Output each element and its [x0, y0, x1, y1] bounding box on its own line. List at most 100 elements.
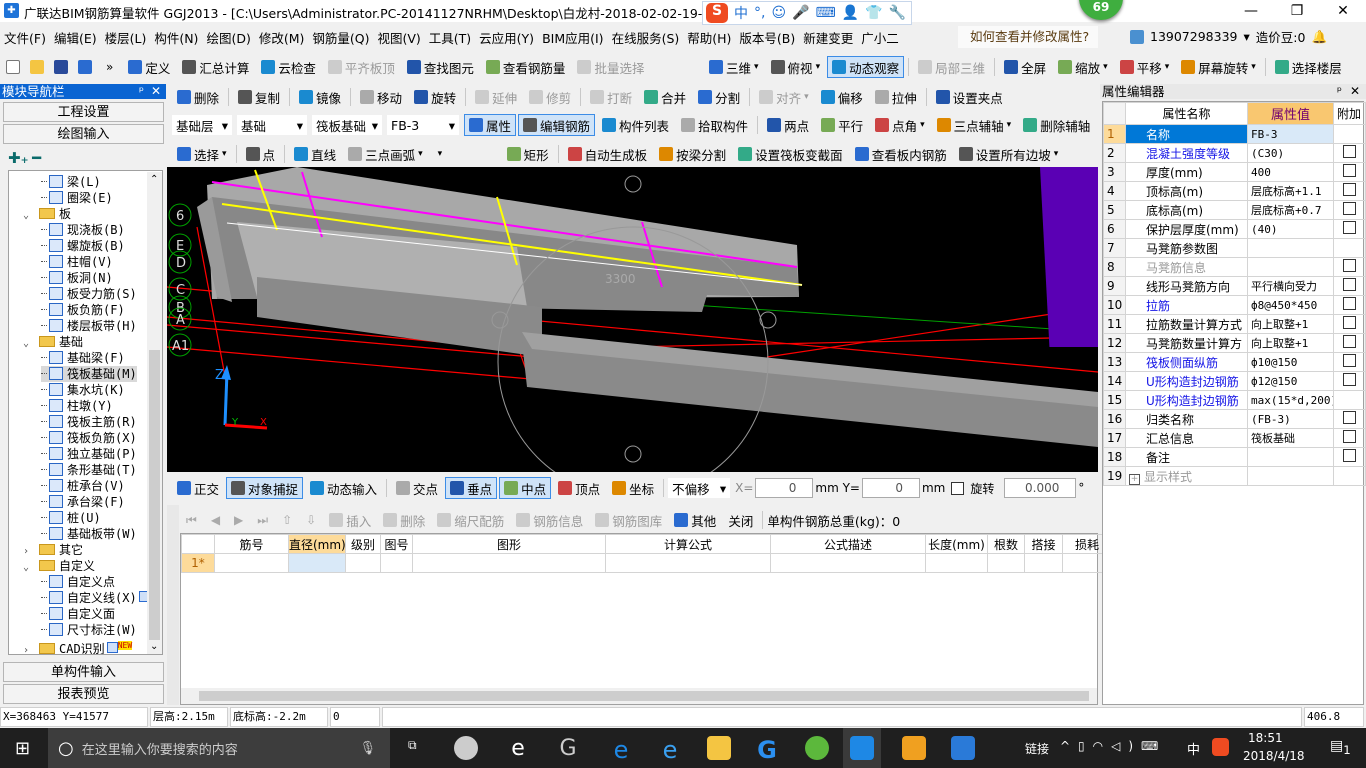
- tree-item[interactable]: 基础板带(W): [41, 526, 137, 542]
- toolbar-button-1[interactable]: 汇总计算: [177, 56, 254, 78]
- toolbar-button-4[interactable]: 查找图元: [402, 56, 479, 78]
- toolbar-button-3[interactable]: 平齐板顶: [323, 56, 400, 78]
- toolbar-button-2[interactable]: 直线: [289, 143, 341, 165]
- tray-ime[interactable]: 中: [1187, 739, 1200, 758]
- tree-item[interactable]: 楼层板带(H): [41, 318, 137, 334]
- toolbar-button-0[interactable]: 删除: [172, 86, 224, 108]
- snap-6[interactable]: 顶点: [553, 477, 605, 499]
- menu-item[interactable]: 新建变更: [799, 28, 857, 47]
- toolbar-button-10[interactable]: 设置所有边坡 ▾: [954, 143, 1064, 165]
- toolbar-button-13[interactable]: 设置夹点: [931, 86, 1008, 108]
- tree-item[interactable]: 集水坑(K): [41, 382, 125, 398]
- col-header[interactable]: [181, 534, 215, 554]
- extra-checkbox[interactable]: [1343, 297, 1356, 310]
- property-value[interactable]: [1247, 238, 1334, 258]
- 3d-viewport[interactable]: 3300 6 E D C B A A1 Z Y X: [166, 167, 1108, 498]
- skin-icon[interactable]: 👕: [865, 5, 882, 21]
- ime-lang[interactable]: 中: [734, 3, 748, 23]
- extra-checkbox[interactable]: [1343, 259, 1356, 272]
- extra-checkbox[interactable]: [1343, 430, 1356, 443]
- tree-item[interactable]: ⌄ 板: [23, 206, 71, 222]
- help-question[interactable]: 如何查看并修改属性?: [958, 26, 1098, 48]
- tree-item[interactable]: 柱帽(V): [41, 254, 113, 270]
- toolbar-button-3[interactable]: 局部三维: [913, 56, 990, 78]
- property-value[interactable]: 向上取整+1: [1247, 314, 1334, 334]
- snap-7[interactable]: 坐标: [607, 477, 659, 499]
- extra-checkbox[interactable]: [1343, 411, 1356, 424]
- keyboard-icon[interactable]: ⌨: [816, 5, 836, 21]
- snap-2[interactable]: 动态输入: [305, 477, 382, 499]
- floor-select[interactable]: 基础层 ▾: [172, 115, 232, 135]
- minimize-button[interactable]: —: [1228, 0, 1274, 22]
- toolbar-button-4[interactable]: ▾: [430, 143, 500, 165]
- tree-item[interactable]: ⌄ 自定义: [23, 558, 95, 574]
- restore-button[interactable]: ❐: [1274, 0, 1320, 22]
- account-phone[interactable]: 13907298339: [1150, 29, 1237, 44]
- toolbar-button-3[interactable]: 移动: [355, 86, 407, 108]
- property-row[interactable]: 17 汇总信息 筏板基础: [1103, 428, 1366, 448]
- new-file-icon[interactable]: [6, 60, 20, 74]
- property-row[interactable]: 10 拉筋 ф8@450*450: [1103, 295, 1366, 315]
- down-icon[interactable]: ⇩: [306, 513, 316, 527]
- first-icon[interactable]: ⏮: [186, 513, 197, 528]
- rebar-btn-0[interactable]: 插入: [324, 509, 376, 531]
- menu-item[interactable]: 工具(T): [425, 28, 475, 47]
- toolbar-button-7[interactable]: 屏幕旋转 ▾: [1176, 56, 1261, 78]
- col-header[interactable]: 图形: [412, 534, 606, 554]
- tree-item[interactable]: 板受力筋(S): [41, 286, 137, 302]
- close-button[interactable]: ✕: [1320, 0, 1366, 22]
- rebar-hscrollbar[interactable]: [181, 688, 1097, 704]
- tree-item[interactable]: 现浇板(B): [41, 222, 125, 238]
- menu-item[interactable]: 修改(M): [255, 28, 309, 47]
- ie-icon[interactable]: e: [658, 736, 682, 764]
- y-input[interactable]: 0: [861, 478, 920, 498]
- snap-1[interactable]: 对象捕捉: [226, 477, 304, 499]
- toolbar-button-8[interactable]: 合并: [639, 86, 691, 108]
- extra-checkbox[interactable]: [1343, 164, 1356, 177]
- property-row[interactable]: 3 厚度(mm) 400: [1103, 162, 1366, 182]
- toolbar-button-9[interactable]: 分割: [693, 86, 745, 108]
- tree-item[interactable]: 桩(U): [41, 510, 101, 526]
- toolbar-button-2[interactable]: 动态观察: [827, 56, 905, 78]
- file-explorer-icon[interactable]: [707, 736, 731, 760]
- toolbar-button-7[interactable]: 按梁分割: [654, 143, 731, 165]
- close-panel-icon[interactable]: ✕: [1350, 84, 1360, 98]
- app-spiral-icon[interactable]: G: [556, 736, 580, 761]
- property-row[interactable]: 6 保护层厚度(mm) (40): [1103, 219, 1366, 239]
- bell-icon[interactable]: 🔔: [1311, 29, 1327, 45]
- single-input-button[interactable]: 单构件输入: [3, 662, 164, 682]
- mic-icon[interactable]: 🎤: [792, 5, 809, 21]
- toolbar-button-2[interactable]: 镜像: [294, 86, 346, 108]
- open-folder-icon[interactable]: [30, 60, 44, 74]
- tray-icons[interactable]: ^▯◠◁)⌨: [1060, 739, 1166, 753]
- tree-item[interactable]: 条形基础(T): [41, 462, 137, 478]
- property-value[interactable]: 平行横向受力: [1247, 276, 1334, 296]
- property-row[interactable]: 18 备注: [1103, 447, 1366, 467]
- snap-4[interactable]: 垂点: [445, 477, 498, 499]
- extra-checkbox[interactable]: [1343, 373, 1356, 386]
- table-row[interactable]: 1*: [181, 553, 1112, 573]
- expand-icon[interactable]: +: [1129, 473, 1140, 485]
- toolbar-button-6[interactable]: 平移 ▾: [1115, 56, 1175, 78]
- undo-icon[interactable]: [78, 60, 92, 74]
- toolbar-button-6[interactable]: 点角 ▾: [870, 114, 930, 136]
- tree-item[interactable]: 自定义线(X): [41, 590, 150, 606]
- tree-scrollbar[interactable]: ⌃ ⌄: [147, 172, 162, 654]
- col-header[interactable]: 筋号: [214, 534, 289, 554]
- app-orange-icon[interactable]: [902, 736, 926, 760]
- tree-item[interactable]: 板负筋(F): [41, 302, 125, 318]
- property-value[interactable]: 筏板基础: [1247, 428, 1334, 448]
- property-value[interactable]: max(15*d,200): [1247, 390, 1334, 410]
- toolbar-button-6[interactable]: 修剪: [524, 86, 576, 108]
- menu-item[interactable]: 广小二: [857, 28, 903, 47]
- tree-item[interactable]: 圈梁(E): [41, 190, 113, 206]
- tree-item[interactable]: 筏板负筋(X): [41, 430, 137, 446]
- element-select[interactable]: FB-3 ▾: [387, 115, 459, 135]
- rebar-btn-2[interactable]: 缩尺配筋: [432, 509, 509, 531]
- pin-icon[interactable]: ᵖ: [1337, 84, 1342, 98]
- toolbar-button-2[interactable]: 云检查: [256, 56, 321, 78]
- tree-item[interactable]: 尺寸标注(W): [41, 622, 137, 638]
- tree-item[interactable]: 桩承台(V): [41, 478, 125, 494]
- wrench-icon[interactable]: 🔧: [889, 5, 906, 21]
- tree-item[interactable]: 筏板基础(M): [41, 366, 137, 382]
